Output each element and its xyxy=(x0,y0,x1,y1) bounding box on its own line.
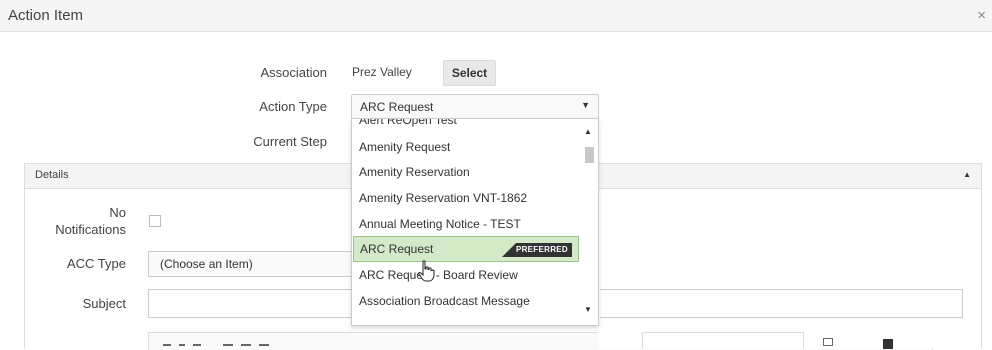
caret-up-icon[interactable]: ▲ xyxy=(963,170,971,179)
subject-input-mask xyxy=(599,289,600,318)
dropdown-option-label: ARC Request - Board Review xyxy=(359,268,518,282)
hand-pointer-icon xyxy=(418,260,435,282)
preferred-badge: PREFERRED xyxy=(502,243,572,257)
action-type-selected-value: ARC Request xyxy=(360,100,434,114)
action-type-select[interactable]: ARC Request ▼ xyxy=(351,94,599,119)
caret-down-icon: ▼ xyxy=(581,100,590,110)
details-header-title: Details xyxy=(35,169,69,181)
dropdown-option-label: Alert ReOpen Test xyxy=(359,118,457,127)
acc-type-value: (Choose an Item) xyxy=(160,257,253,271)
current-step-label: Current Step xyxy=(253,134,327,149)
table-icon[interactable] xyxy=(823,338,833,346)
dropdown-option[interactable]: Association Broadcast Message xyxy=(353,288,579,314)
dialog-title: Action Item xyxy=(8,7,84,24)
no-notifications-label-line1: No xyxy=(109,205,126,220)
dropdown-option[interactable]: Annual Meeting Notice - TEST xyxy=(353,211,579,237)
font-size-select[interactable] xyxy=(642,332,804,349)
underline-icon[interactable] xyxy=(193,344,201,346)
association-value: Prez Valley xyxy=(352,65,412,79)
dropdown-scrollbar[interactable]: ▲ ▼ xyxy=(580,119,598,325)
dropdown-option[interactable]: Amenity Request xyxy=(353,134,579,160)
italic-icon[interactable] xyxy=(179,344,185,346)
no-notifications-label-line2: Notifications xyxy=(55,222,126,237)
dropdown-option[interactable]: Amenity Reservation xyxy=(353,159,579,185)
acc-type-select[interactable]: (Choose an Item) xyxy=(148,251,352,277)
action-type-label: Action Type xyxy=(259,99,327,114)
align-left-icon[interactable] xyxy=(223,344,233,346)
scrollbar-thumb[interactable] xyxy=(585,147,594,163)
dropdown-option[interactable]: ARC Request PREFERRED xyxy=(353,236,579,262)
dropdown-option-label: Amenity Reservation xyxy=(359,165,470,179)
dropdown-option[interactable]: Amenity Reservation VNT-1862 xyxy=(353,185,579,211)
dropdown-option-label: Annual Meeting Notice - TEST xyxy=(359,217,521,231)
dropdown-option-label: Amenity Request xyxy=(359,140,451,154)
align-right-icon[interactable] xyxy=(259,344,269,346)
close-icon[interactable]: × xyxy=(977,7,986,24)
dropdown-option-label: Association Broadcast Message xyxy=(359,294,530,308)
acc-type-label: ACC Type xyxy=(66,256,126,271)
preferred-badge-label: PREFERRED xyxy=(515,245,568,254)
dropdown-option[interactable]: Alert ReOpen Test xyxy=(353,118,579,133)
scroll-down-icon[interactable]: ▼ xyxy=(584,305,592,314)
dropdown-option[interactable]: ARC Request - Board Review xyxy=(353,262,579,288)
select-association-button[interactable]: Select xyxy=(443,60,496,86)
dialog-titlebar: Action Item × xyxy=(0,0,992,32)
bold-icon[interactable] xyxy=(163,344,171,346)
dropdown-option-label: Amenity Reservation VNT-1862 xyxy=(359,191,528,205)
dropdown-option-label: ARC Request xyxy=(360,242,434,256)
color-icon[interactable] xyxy=(883,339,893,349)
scroll-up-icon[interactable]: ▲ xyxy=(584,127,592,136)
align-center-icon[interactable] xyxy=(241,344,251,346)
no-notifications-label: No Notifications xyxy=(55,204,126,238)
no-notifications-checkbox[interactable] xyxy=(149,215,161,227)
subject-label: Subject xyxy=(82,296,126,311)
action-type-dropdown-list[interactable]: Alert ReOpen Test Amenity Request Amenity … xyxy=(351,118,599,326)
association-label: Association xyxy=(260,65,327,80)
editor-toolbar-right xyxy=(598,326,935,349)
